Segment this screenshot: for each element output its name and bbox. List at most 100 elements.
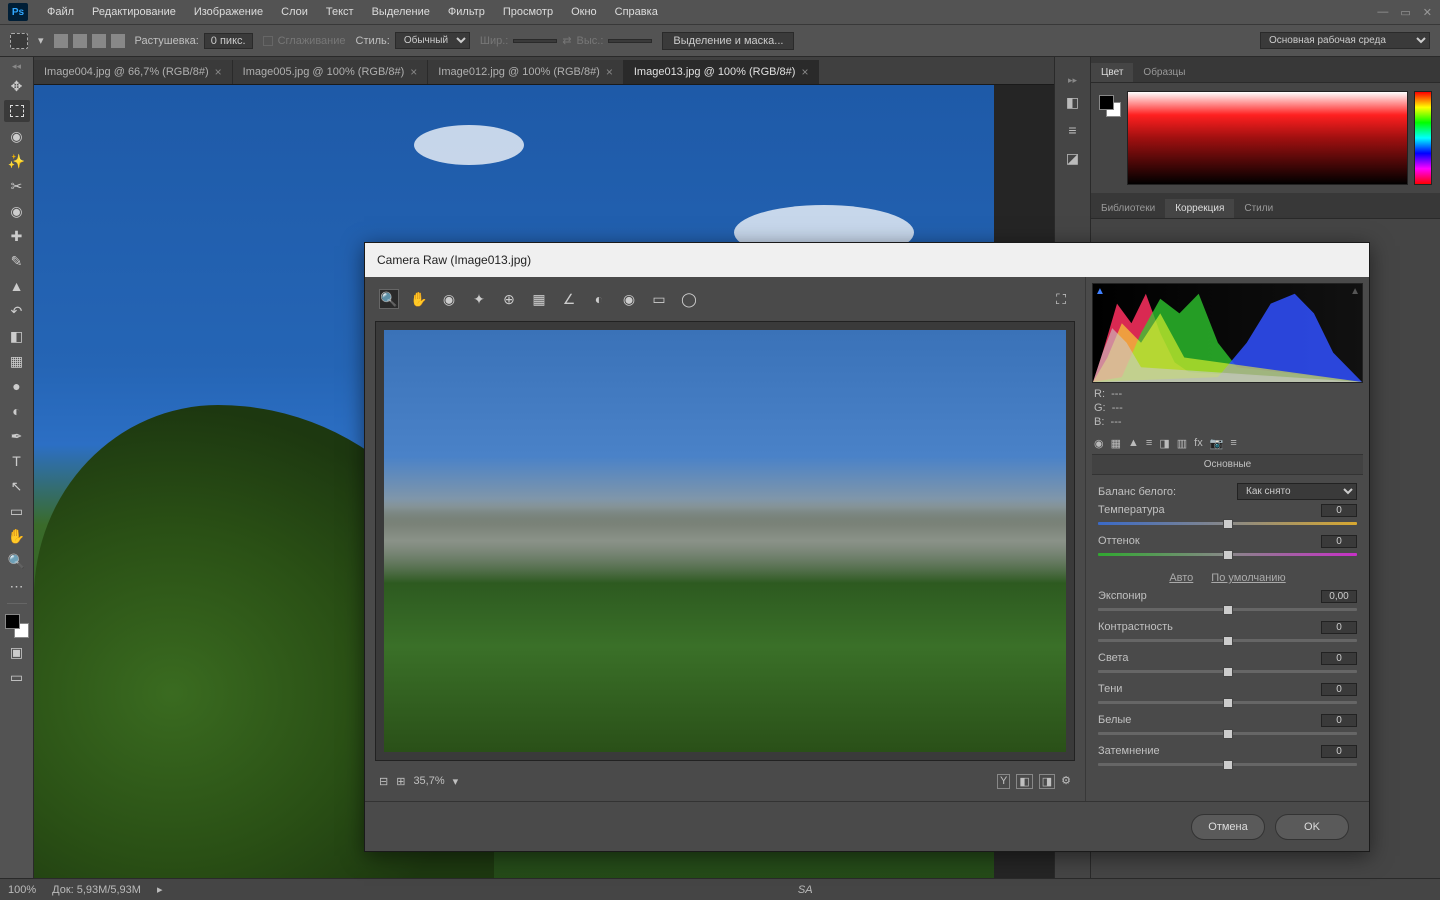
wb-select[interactable]: Как снято	[1237, 483, 1357, 500]
slider-value[interactable]: 0	[1321, 535, 1357, 548]
slider-thumb[interactable]	[1223, 519, 1233, 529]
panel-icon-1[interactable]: ◧	[1059, 90, 1087, 114]
zoom-tool[interactable]: 🔍	[4, 550, 30, 572]
screenmode-tool[interactable]: ▭	[4, 666, 30, 688]
tab-libraries[interactable]: Библиотеки	[1091, 199, 1165, 218]
maximize-icon[interactable]: ▭	[1400, 6, 1410, 19]
cr-tab-camera[interactable]: 📷	[1210, 437, 1224, 450]
slider-value[interactable]: 0,00	[1321, 590, 1357, 603]
cr-tab-hsl[interactable]: ≡	[1146, 437, 1152, 450]
tab-adjustments[interactable]: Коррекция	[1165, 199, 1234, 218]
int-sel-icon[interactable]	[111, 34, 125, 48]
cr-compare-icon[interactable]: ◧	[1016, 774, 1032, 789]
cr-compare2-icon[interactable]: ◨	[1039, 774, 1055, 789]
add-sel-icon[interactable]	[73, 34, 87, 48]
eyedropper-tool[interactable]: ◉	[4, 200, 30, 222]
slider-track[interactable]	[1098, 605, 1357, 615]
close-tab-icon[interactable]: ×	[410, 65, 417, 79]
color-swatch[interactable]	[5, 614, 29, 638]
color-field[interactable]	[1127, 91, 1408, 185]
document-tab[interactable]: Image004.jpg @ 66,7% (RGB/8#)×	[34, 60, 233, 84]
cr-zoom-value[interactable]: 35,7%	[413, 775, 444, 787]
tab-swatches[interactable]: Образцы	[1133, 63, 1195, 82]
cr-y-icon[interactable]: Y	[997, 774, 1010, 789]
tab-color[interactable]: Цвет	[1091, 63, 1133, 82]
slider-track[interactable]	[1098, 519, 1357, 529]
default-link[interactable]: По умолчанию	[1211, 572, 1285, 584]
cr-preview-area[interactable]	[375, 321, 1075, 761]
slider-thumb[interactable]	[1223, 760, 1233, 770]
document-tab[interactable]: Image013.jpg @ 100% (RGB/8#)×	[624, 60, 820, 84]
pen-tool[interactable]: ✒	[4, 425, 30, 447]
cr-grad-tool[interactable]: ▭	[649, 289, 669, 309]
slider-track[interactable]	[1098, 550, 1357, 560]
close-icon[interactable]: ✕	[1423, 6, 1432, 19]
slider-value[interactable]: 0	[1321, 652, 1357, 665]
hand-tool[interactable]: ✋	[4, 525, 30, 547]
slider-track[interactable]	[1098, 636, 1357, 646]
sub-sel-icon[interactable]	[92, 34, 106, 48]
tab-styles[interactable]: Стили	[1234, 199, 1283, 218]
quickmask-tool[interactable]: ▣	[4, 641, 30, 663]
slider-thumb[interactable]	[1223, 605, 1233, 615]
slider-track[interactable]	[1098, 667, 1357, 677]
slider-value[interactable]: 0	[1321, 714, 1357, 727]
cr-crop-tool[interactable]: ▦	[529, 289, 549, 309]
cr-spot-tool[interactable]: ◐	[589, 289, 609, 309]
auto-link[interactable]: Авто	[1169, 572, 1193, 584]
panel-swatch[interactable]	[1099, 95, 1121, 117]
feather-field[interactable]: 0 пикс.	[204, 33, 253, 49]
highlight-clip-icon[interactable]: ▲	[1350, 286, 1360, 297]
history-brush-tool[interactable]: ↶	[4, 300, 30, 322]
slider-value[interactable]: 0	[1321, 621, 1357, 634]
cr-redeye-tool[interactable]: ◉	[619, 289, 639, 309]
cr-target-tool[interactable]: ⊕	[499, 289, 519, 309]
slider-thumb[interactable]	[1223, 636, 1233, 646]
cr-zoom-tool[interactable]: 🔍	[379, 289, 399, 309]
cr-settings-icon[interactable]: ⚙	[1061, 774, 1071, 789]
cr-tab-detail[interactable]: ▲	[1128, 437, 1139, 450]
slider-track[interactable]	[1098, 760, 1357, 770]
workspace-select[interactable]: Основная рабочая среда	[1260, 32, 1430, 49]
cr-tab-presets[interactable]: ≡	[1230, 437, 1236, 450]
slider-thumb[interactable]	[1223, 698, 1233, 708]
slider-track[interactable]	[1098, 698, 1357, 708]
panel-icon-2[interactable]: ≡	[1059, 118, 1087, 142]
panel-icon-3[interactable]: ◪	[1059, 146, 1087, 170]
menu-Справка[interactable]: Справка	[606, 6, 667, 18]
menu-Слои[interactable]: Слои	[272, 6, 317, 18]
menu-Текст[interactable]: Текст	[317, 6, 363, 18]
cr-tab-split[interactable]: ◨	[1159, 437, 1169, 450]
crop-tool[interactable]: ✂	[4, 175, 30, 197]
cancel-button[interactable]: Отмена	[1191, 814, 1265, 840]
cr-color-sampler-tool[interactable]: ✦	[469, 289, 489, 309]
heal-tool[interactable]: ✚	[4, 225, 30, 247]
blur-tool[interactable]: ●	[4, 375, 30, 397]
shape-tool[interactable]: ▭	[4, 500, 30, 522]
cr-hand-tool[interactable]: ✋	[409, 289, 429, 309]
menu-Просмотр[interactable]: Просмотр	[494, 6, 562, 18]
select-and-mask-button[interactable]: Выделение и маска...	[662, 32, 794, 50]
document-tab[interactable]: Image005.jpg @ 100% (RGB/8#)×	[233, 60, 429, 84]
gradient-tool[interactable]: ▦	[4, 350, 30, 372]
path-tool[interactable]: ↖	[4, 475, 30, 497]
move-tool[interactable]: ✥	[4, 75, 30, 97]
cr-tab-curve[interactable]: ▦	[1111, 437, 1121, 450]
minimize-icon[interactable]: —	[1377, 6, 1388, 19]
cr-straighten-tool[interactable]: ∠	[559, 289, 579, 309]
slider-track[interactable]	[1098, 729, 1357, 739]
menu-Фильтр[interactable]: Фильтр	[439, 6, 494, 18]
dodge-tool[interactable]: ◐	[4, 400, 30, 422]
hue-bar[interactable]	[1414, 91, 1432, 185]
chevron-down-icon[interactable]: ▾	[453, 775, 459, 788]
brush-tool[interactable]: ✎	[4, 250, 30, 272]
document-tab[interactable]: Image012.jpg @ 100% (RGB/8#)×	[428, 60, 624, 84]
menu-Редактирование[interactable]: Редактирование	[83, 6, 185, 18]
cr-tab-lens[interactable]: ▥	[1177, 437, 1187, 450]
cr-radial-tool[interactable]: ◯	[679, 289, 699, 309]
type-tool[interactable]: T	[4, 450, 30, 472]
cr-fullscreen-icon[interactable]: ⛶	[1051, 289, 1071, 309]
new-sel-icon[interactable]	[54, 34, 68, 48]
slider-thumb[interactable]	[1223, 667, 1233, 677]
menu-Окно[interactable]: Окно	[562, 6, 606, 18]
